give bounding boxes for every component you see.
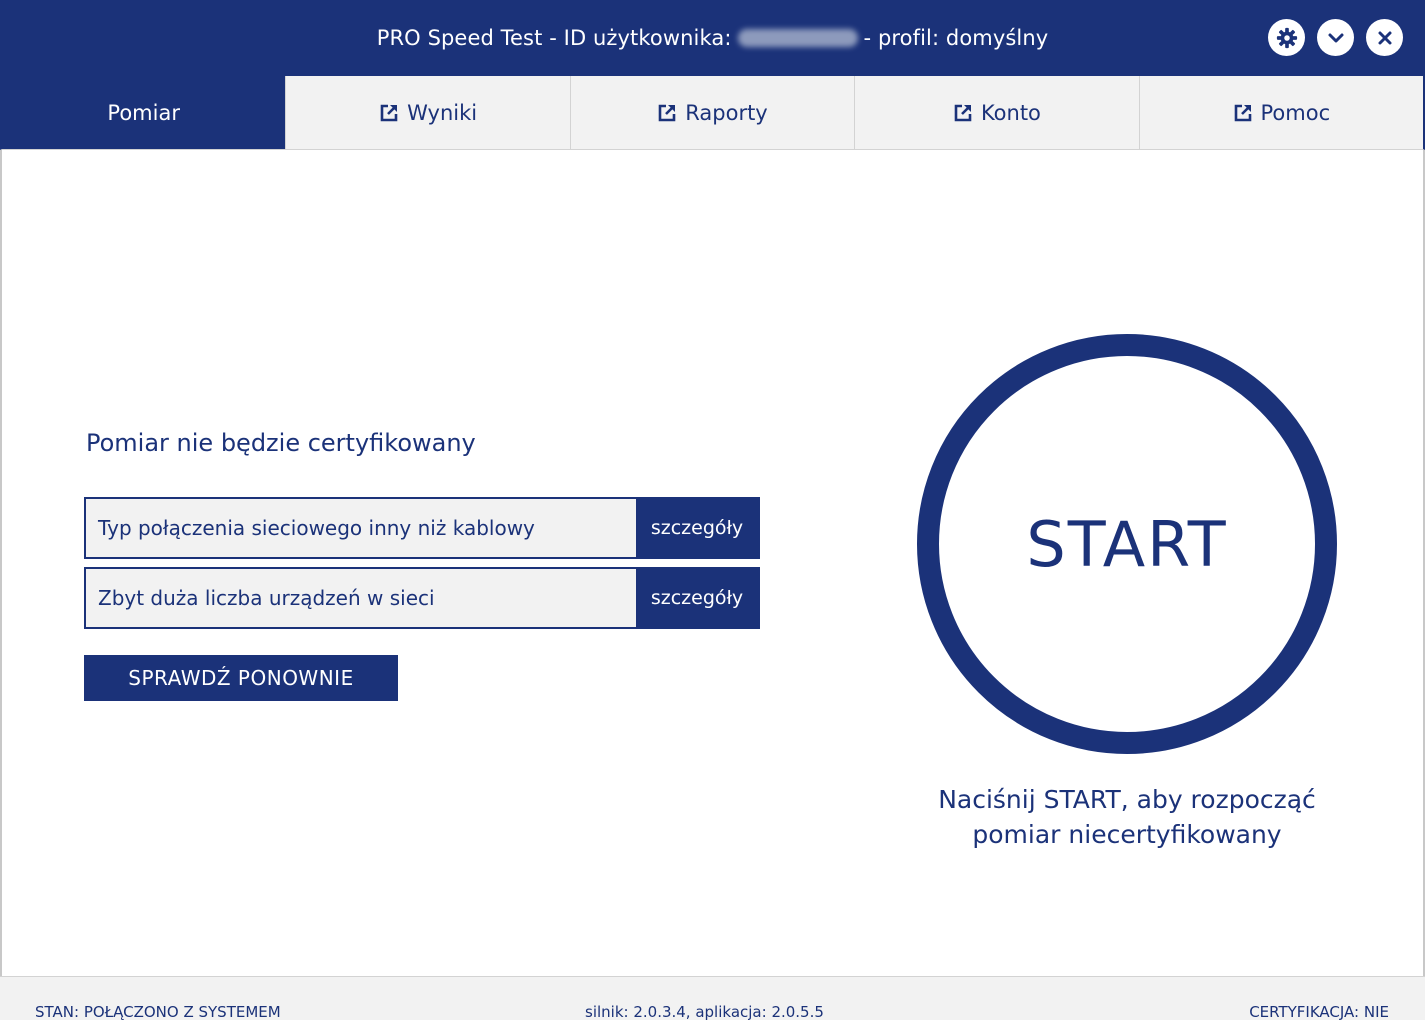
issue-text: Typ połączenia sieciowego inny niż kablo…: [98, 516, 535, 540]
external-link-icon: [1234, 104, 1251, 121]
issue-text: Zbyt duża liczba urządzeń w sieci: [98, 586, 435, 610]
tab-label: Konto: [980, 100, 1041, 125]
start-hint-line1: Naciśnij START, aby rozpocząć: [938, 785, 1316, 814]
tab-konto[interactable]: Konto: [855, 76, 1140, 149]
start-hint: Naciśnij START, aby rozpocząć pomiar nie…: [892, 782, 1362, 852]
window-title: PRO Speed Test - ID użytkownika: - profi…: [0, 0, 1425, 76]
minimize-button[interactable]: [1317, 19, 1354, 56]
issue-row-connection-type: Typ połączenia sieciowego inny niż kablo…: [84, 497, 760, 559]
details-button[interactable]: szczegóły: [636, 499, 758, 557]
tab-label: Pomoc: [1260, 100, 1331, 125]
blurred-user-id: [737, 29, 858, 47]
start-hint-line2: pomiar niecertyfikowany: [972, 820, 1282, 849]
title-prefix: PRO Speed Test - ID użytkownika:: [376, 26, 732, 50]
tab-label: Pomiar: [107, 100, 180, 125]
status-bar: STAN: POŁĄCZONO Z SYSTEMEM silnik: 2.0.3…: [0, 976, 1425, 1020]
start-button[interactable]: START: [917, 334, 1337, 754]
settings-button[interactable]: [1268, 19, 1305, 56]
close-icon: [1378, 31, 1391, 44]
title-suffix: - profil: domyślny: [863, 26, 1049, 50]
recheck-button[interactable]: SPRAWDŹ PONOWNIE: [84, 655, 398, 701]
window-controls: [1268, 19, 1403, 56]
tab-wyniki[interactable]: Wyniki: [286, 76, 571, 149]
tab-pomoc[interactable]: Pomoc: [1139, 76, 1424, 149]
certification-heading: Pomiar nie będzie certyfikowany: [86, 429, 476, 457]
close-button[interactable]: [1366, 19, 1403, 56]
issue-row-device-count: Zbyt duża liczba urządzeń w sieci szczeg…: [84, 567, 760, 629]
tab-raporty[interactable]: Raporty: [570, 76, 856, 149]
external-link-icon: [658, 104, 676, 121]
tab-label: Wyniki: [407, 100, 478, 125]
tab-pomiar[interactable]: Pomiar: [2, 76, 287, 149]
details-button[interactable]: szczegóły: [636, 569, 758, 627]
main-tabs: Pomiar Wyniki Raporty Konto Pomoc: [0, 76, 1425, 150]
certification-status: CERTYFIKACJA: NIE: [1249, 1003, 1389, 1020]
external-link-icon: [954, 104, 972, 121]
title-bar: PRO Speed Test - ID użytkownika: - profi…: [0, 0, 1425, 76]
chevron-down-icon: [1328, 33, 1343, 42]
tab-label: Raporty: [685, 100, 768, 125]
measurement-panel: Pomiar nie będzie certyfikowany Typ połą…: [0, 150, 1425, 976]
gear-icon: [1276, 27, 1297, 48]
external-link-icon: [380, 104, 398, 121]
version-info: silnik: 2.0.3.4, aplikacja: 2.0.5.5: [585, 1003, 824, 1020]
start-label: START: [1026, 507, 1228, 581]
connection-status: STAN: POŁĄCZONO Z SYSTEMEM: [35, 1003, 281, 1020]
